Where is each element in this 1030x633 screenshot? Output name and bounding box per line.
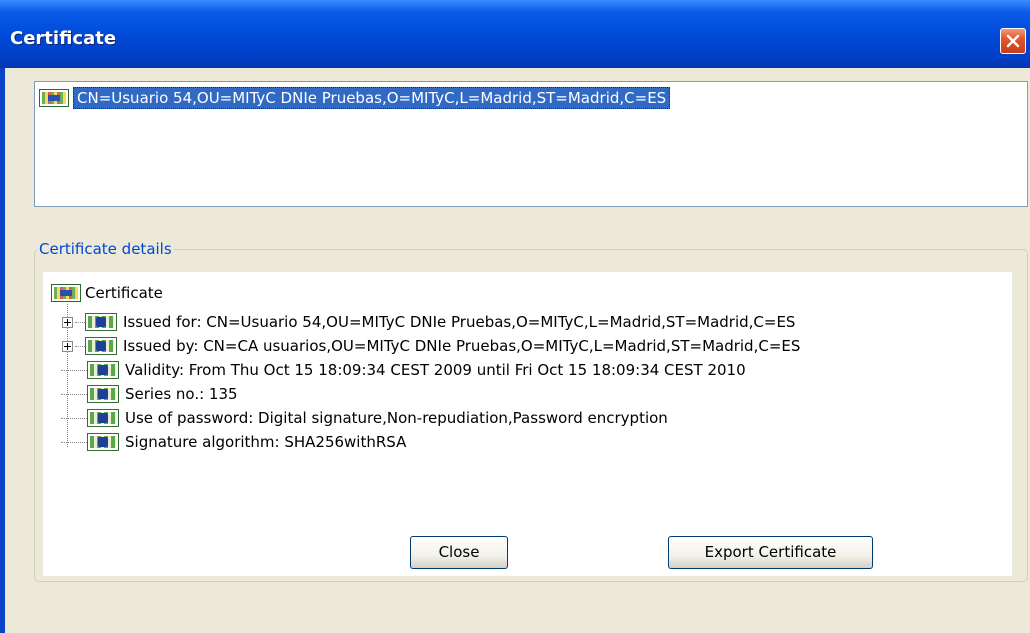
certificate-field-icon (85, 337, 117, 355)
certificate-subject-list[interactable]: CN=Usuario 54,OU=MITyC DNIe Pruebas,O=MI… (34, 81, 1028, 207)
tree-item-issued-for[interactable]: Issued for: CN=Usuario 54,OU=MITyC DNIe … (61, 311, 795, 333)
dialog-body: CN=Usuario 54,OU=MITyC DNIe Pruebas,O=MI… (5, 68, 1030, 633)
export-certificate-button[interactable]: Export Certificate (668, 536, 873, 569)
tree-branch-line (75, 345, 85, 347)
tree-item-label: Validity: From Thu Oct 15 18:09:34 CEST … (125, 361, 746, 379)
tree-item-signature-algorithm[interactable]: Signature algorithm: SHA256withRSA (61, 431, 406, 453)
tree-item-issued-by[interactable]: Issued by: CN=CA usuarios,OU=MITyC DNIe … (61, 335, 800, 357)
certificate-details-tree[interactable]: Certificate Issued for: CN=Usuario 54,OU… (43, 272, 1012, 576)
tree-item-label: Series no.: 135 (125, 385, 238, 403)
tree-branch-line (61, 369, 87, 371)
tree-item-validity[interactable]: Validity: From Thu Oct 15 18:09:34 CEST … (61, 359, 746, 381)
subject-item-label: CN=Usuario 54,OU=MITyC DNIe Pruebas,O=MI… (73, 87, 671, 109)
tree-root-certificate[interactable]: Certificate (51, 284, 163, 302)
certificate-field-icon (87, 361, 119, 379)
certificate-field-icon (87, 433, 119, 451)
certificate-field-icon (87, 385, 119, 403)
certificate-field-icon (85, 313, 117, 331)
tree-item-label: Issued by: CN=CA usuarios,OU=MITyC DNIe … (123, 337, 801, 355)
expand-plus-icon[interactable] (62, 316, 73, 328)
certificate-icon (39, 89, 69, 107)
tree-root-label: Certificate (85, 284, 163, 302)
tree-item-series-no[interactable]: Series no.: 135 (61, 383, 238, 405)
tree-item-label: Signature algorithm: SHA256withRSA (125, 433, 407, 451)
window-title: Certificate (10, 28, 117, 49)
tree-item-use-of-password[interactable]: Use of password: Digital signature,Non-r… (61, 407, 668, 429)
certificate-details-legend: Certificate details (39, 240, 172, 258)
title-bar[interactable]: Certificate (0, 0, 1030, 68)
certificate-dialog: Certificate CN=Usuario 54,OU=MITyC DNIe … (0, 0, 1030, 633)
certificate-field-icon (87, 409, 119, 427)
tree-item-label: Use of password: Digital signature,Non-r… (125, 409, 668, 427)
subject-list-item[interactable]: CN=Usuario 54,OU=MITyC DNIe Pruebas,O=MI… (39, 87, 671, 109)
tree-branch-line (61, 417, 87, 419)
tree-item-label: Issued for: CN=Usuario 54,OU=MITyC DNIe … (123, 313, 796, 331)
certificate-icon (51, 284, 81, 302)
tree-branch-line (61, 441, 87, 443)
tree-branch-line (61, 393, 87, 395)
close-x-icon[interactable] (1000, 28, 1026, 54)
close-x-glyph (1006, 34, 1020, 48)
tree-branch-line (75, 321, 85, 323)
expand-plus-icon[interactable] (62, 340, 73, 352)
certificate-details-group: Certificate details Certificate Issued f… (34, 240, 1028, 582)
close-button[interactable]: Close (410, 536, 508, 569)
